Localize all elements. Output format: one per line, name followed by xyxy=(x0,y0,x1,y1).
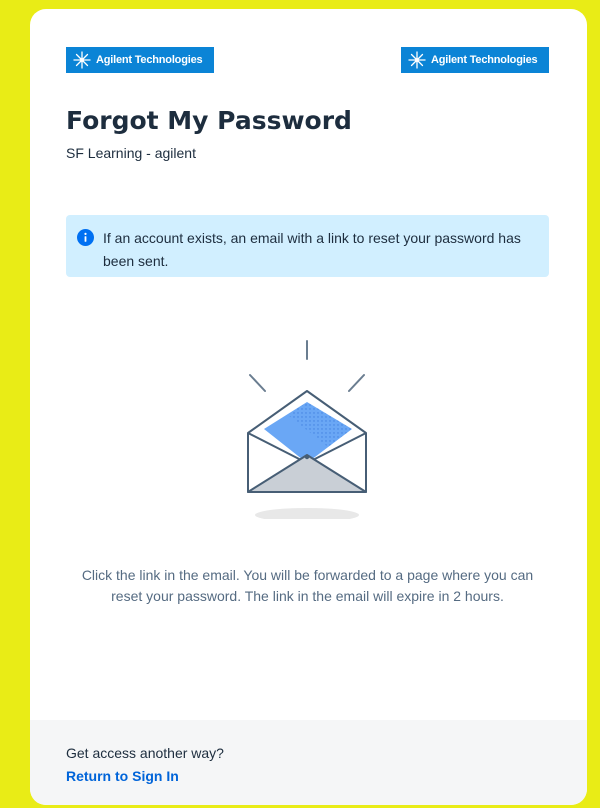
info-banner: If an account exists, an email with a li… xyxy=(66,215,549,277)
logo-text: Agilent Technologies xyxy=(431,54,538,66)
info-message: If an account exists, an email with a li… xyxy=(103,230,521,269)
info-icon xyxy=(77,229,94,246)
page-subtitle: SF Learning - agilent xyxy=(66,145,196,161)
agilent-spark-icon xyxy=(73,51,91,69)
page-title: Forgot My Password xyxy=(66,106,352,135)
agilent-logo-right: Agilent Technologies xyxy=(401,47,549,73)
open-envelope-icon xyxy=(247,340,367,519)
logo-text: Agilent Technologies xyxy=(96,54,203,66)
return-to-sign-in-link[interactable]: Return to Sign In xyxy=(66,768,179,784)
instructions-text: Click the link in the email. You will be… xyxy=(81,567,534,604)
agilent-logo-left: Agilent Technologies xyxy=(66,47,214,73)
alternate-access-prompt: Get access another way? xyxy=(66,745,224,761)
footer: Get access another way? Return to Sign I… xyxy=(30,720,587,805)
forgot-password-card: Agilent Technologies Agilent Technologie… xyxy=(30,9,587,805)
agilent-spark-icon xyxy=(408,51,426,69)
